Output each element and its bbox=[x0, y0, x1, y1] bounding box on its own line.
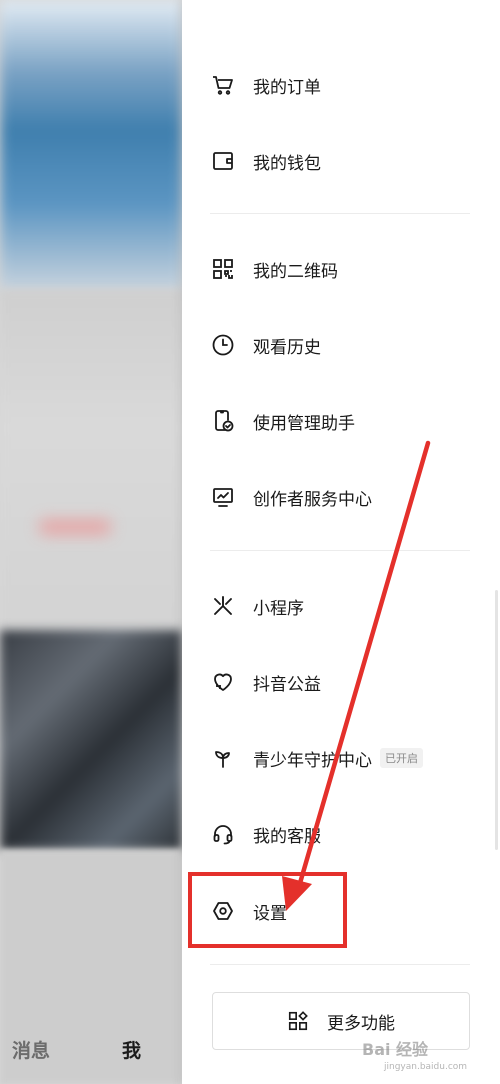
menu-item-label: 使用管理助手 bbox=[253, 413, 355, 434]
watermark-url: jingyan.baidu.com bbox=[384, 1062, 468, 1072]
menu-item-label: 小程序 bbox=[253, 598, 304, 619]
headset-icon bbox=[210, 821, 236, 847]
divider bbox=[210, 964, 470, 965]
status-badge: 已开启 bbox=[380, 748, 423, 768]
background-app bbox=[0, 0, 182, 1084]
menu-item-label: 我的订单 bbox=[253, 77, 321, 98]
scrollbar[interactable] bbox=[495, 590, 498, 850]
wallet-icon bbox=[210, 148, 236, 174]
qrcode-icon bbox=[210, 256, 236, 282]
menu-item-label: 我的钱包 bbox=[253, 153, 321, 174]
watermark: Bai 经验 bbox=[362, 1040, 429, 1059]
monitor-chart-icon bbox=[210, 484, 236, 510]
cart-icon bbox=[210, 72, 236, 98]
background-photo bbox=[0, 630, 182, 850]
more-features-label: 更多功能 bbox=[327, 1013, 395, 1034]
menu-item-label: 我的客服 bbox=[253, 826, 321, 847]
menu-item-mini-program[interactable]: 小程序 bbox=[210, 586, 304, 626]
tab-messages[interactable]: 消息 bbox=[12, 1036, 50, 1063]
menu-item-label: 观看历史 bbox=[253, 337, 321, 358]
tab-me[interactable]: 我 bbox=[122, 1036, 141, 1063]
heart-hand-icon bbox=[210, 669, 236, 695]
divider bbox=[210, 550, 470, 551]
settings-highlight-box bbox=[188, 872, 347, 948]
more-features-button[interactable]: 更多功能 bbox=[212, 992, 470, 1050]
menu-item-history[interactable]: 观看历史 bbox=[210, 325, 321, 365]
menu-item-usage-assistant[interactable]: 使用管理助手 bbox=[210, 401, 355, 441]
phone-check-icon bbox=[210, 408, 236, 434]
menu-item-qrcode[interactable]: 我的二维码 bbox=[210, 249, 338, 289]
sprout-icon bbox=[210, 745, 236, 771]
menu-item-label: 抖音公益 bbox=[253, 674, 321, 695]
background-accent bbox=[40, 520, 110, 534]
menu-item-creator-center[interactable]: 创作者服务中心 bbox=[210, 477, 372, 517]
grid-icon bbox=[288, 1011, 308, 1031]
background-content bbox=[0, 290, 182, 630]
menu-item-label: 创作者服务中心 bbox=[253, 489, 372, 510]
menu-item-label: 青少年守护中心 bbox=[253, 750, 372, 771]
menu-item-customer-service[interactable]: 我的客服 bbox=[210, 814, 321, 854]
menu-item-charity[interactable]: 抖音公益 bbox=[210, 662, 321, 702]
menu-item-orders[interactable]: 我的订单 bbox=[210, 65, 321, 105]
background-banner bbox=[0, 0, 182, 290]
clock-icon bbox=[210, 332, 236, 358]
divider bbox=[210, 213, 470, 214]
menu-item-youth-center[interactable]: 青少年守护中心 已开启 bbox=[210, 738, 423, 778]
menu-item-label: 我的二维码 bbox=[253, 261, 338, 282]
menu-item-wallet[interactable]: 我的钱包 bbox=[210, 141, 321, 181]
mini-program-icon bbox=[210, 593, 236, 619]
